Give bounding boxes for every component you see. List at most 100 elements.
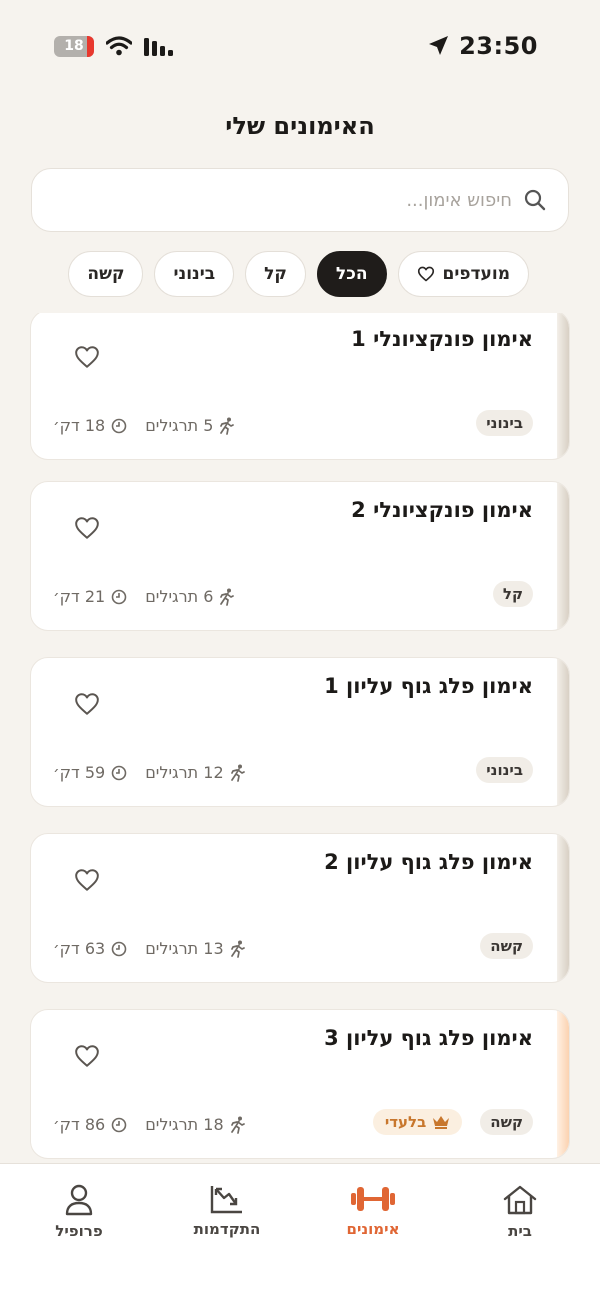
battery-icon: 18 (54, 35, 94, 57)
duration: 21 דק׳ (53, 587, 127, 606)
exercises: 18 תרגילים (145, 1115, 245, 1134)
tab-label: התקדמות (193, 1220, 261, 1238)
exercises-count: 13 תרגילים (145, 939, 224, 958)
workout-meta: 86 דק׳ 18 תרגילים (53, 1115, 246, 1134)
exercises: 5 תרגילים (145, 416, 235, 435)
clock: 23:50 (459, 32, 538, 60)
workout-title: אימון פונקציונלי 1 (351, 327, 533, 351)
filter-label: קל (264, 264, 287, 284)
favorite-heart-icon[interactable] (74, 516, 100, 540)
exercises-count: 12 תרגילים (145, 763, 224, 782)
signal-icon (144, 38, 173, 56)
bottom-tab-bar: בית אימונים התקדמות פרופיל (0, 1163, 600, 1298)
dumbbell-icon (351, 1187, 395, 1211)
duration: 59 דק׳ (53, 763, 127, 782)
duration: 86 דק׳ (53, 1115, 127, 1134)
duration-value: 21 דק׳ (53, 587, 106, 606)
level-badge: בינוני (476, 410, 533, 436)
filter-label: מועדפים (442, 264, 510, 284)
level-badge: בינוני (476, 757, 533, 783)
chart-icon (210, 1186, 242, 1214)
duration-value: 86 דק׳ (53, 1115, 106, 1134)
search-input[interactable] (54, 189, 512, 211)
workout-list[interactable]: אימון פונקציונלי 1 18 דק׳ 5 תרגילים בינו… (30, 313, 570, 1163)
filter-favorites[interactable]: מועדפים (397, 251, 529, 297)
workout-title: אימון פלג גוף עליון 2 (324, 850, 533, 874)
tab-progress[interactable]: התקדמות (172, 1184, 282, 1238)
status-bar: 18 23:50 (0, 0, 600, 92)
workout-badges: קשה בלעדי (372, 1109, 533, 1135)
workout-title: אימון פלג גוף עליון 3 (324, 1026, 533, 1050)
level-badge: קשה (480, 1109, 533, 1135)
workout-meta: 59 דק׳ 12 תרגילים (53, 763, 246, 782)
home-icon (503, 1185, 537, 1215)
workout-meta: 18 דק׳ 5 תרגילים (53, 416, 235, 435)
exercises: 12 תרגילים (145, 763, 245, 782)
runner-icon (220, 417, 235, 435)
favorite-heart-icon[interactable] (74, 1044, 100, 1068)
workout-badges: בינוני (476, 410, 533, 436)
level-badge: קשה (480, 933, 533, 959)
runner-icon (220, 588, 235, 606)
exercises-count: 6 תרגילים (145, 587, 214, 606)
status-indicators: 18 (54, 35, 174, 57)
tab-label: בית (508, 1222, 532, 1240)
workout-meta: 63 דק׳ 13 תרגילים (53, 939, 246, 958)
filter-label: בינוני (173, 264, 216, 284)
tab-label: אימונים (346, 1220, 400, 1238)
exercises: 6 תרגילים (145, 587, 235, 606)
battery-level: 18 (64, 38, 84, 54)
tab-profile[interactable]: פרופיל (24, 1184, 134, 1240)
workout-card[interactable]: אימון פלג גוף עליון 1 59 דק׳ 12 תרגילים … (30, 657, 570, 807)
exercises: 13 תרגילים (145, 939, 245, 958)
duration-value: 63 דק׳ (53, 939, 106, 958)
status-time-group: 23:50 (427, 32, 538, 60)
duration-value: 18 דק׳ (53, 416, 106, 435)
favorite-heart-icon[interactable] (74, 692, 100, 716)
filter-medium[interactable]: בינוני (154, 251, 235, 297)
clock-icon (111, 418, 127, 433)
level-badge: קל (492, 581, 533, 607)
runner-icon (230, 764, 245, 782)
crown-icon (433, 1116, 450, 1129)
filter-all[interactable]: הכל (316, 251, 387, 297)
favorite-heart-icon[interactable] (74, 345, 100, 369)
runner-icon (230, 1116, 245, 1134)
workout-title: אימון פונקציונלי 2 (351, 498, 533, 522)
user-icon (65, 1184, 93, 1216)
filter-easy[interactable]: קל (245, 251, 306, 297)
heart-icon (417, 266, 434, 282)
tab-workouts[interactable]: אימונים (318, 1184, 428, 1238)
runner-icon (230, 940, 245, 958)
premium-badge: בלעדי (372, 1109, 463, 1135)
filter-hard[interactable]: קשה (68, 251, 144, 297)
favorite-heart-icon[interactable] (74, 868, 100, 892)
duration-value: 59 דק׳ (53, 763, 106, 782)
wifi-icon (106, 36, 132, 56)
workout-card[interactable]: אימון פונקציונלי 2 21 דק׳ 6 תרגילים קל (30, 481, 570, 631)
workout-card[interactable]: אימון פלג גוף עליון 2 63 דק׳ 13 תרגילים … (30, 833, 570, 983)
workout-title: אימון פלג גוף עליון 1 (324, 674, 533, 698)
filter-label: הכל (335, 264, 368, 284)
tab-home[interactable]: בית (465, 1184, 575, 1240)
location-arrow-icon (429, 36, 449, 55)
exercises-count: 18 תרגילים (145, 1115, 224, 1134)
clock-icon (111, 765, 127, 780)
workout-badges: קל (492, 581, 533, 607)
clock-icon (111, 1117, 127, 1132)
filter-label: קשה (87, 264, 125, 284)
premium-label: בלעדי (384, 1113, 427, 1131)
workout-card[interactable]: אימון פונקציונלי 1 18 דק׳ 5 תרגילים בינו… (30, 313, 570, 460)
search-bar[interactable] (31, 168, 569, 232)
workout-card[interactable]: אימון פלג גוף עליון 3 86 דק׳ 18 תרגילים … (30, 1009, 570, 1159)
search-icon (524, 189, 546, 211)
workout-badges: בינוני (476, 757, 533, 783)
tab-label: פרופיל (55, 1222, 103, 1240)
clock-icon (111, 589, 127, 604)
duration: 18 דק׳ (53, 416, 127, 435)
page-title: האימונים שלי (225, 112, 375, 140)
filter-chips: מועדפים הכל קל בינוני קשה (68, 251, 529, 297)
exercises-count: 5 תרגילים (145, 416, 214, 435)
workout-meta: 21 דק׳ 6 תרגילים (53, 587, 235, 606)
clock-icon (111, 941, 127, 956)
